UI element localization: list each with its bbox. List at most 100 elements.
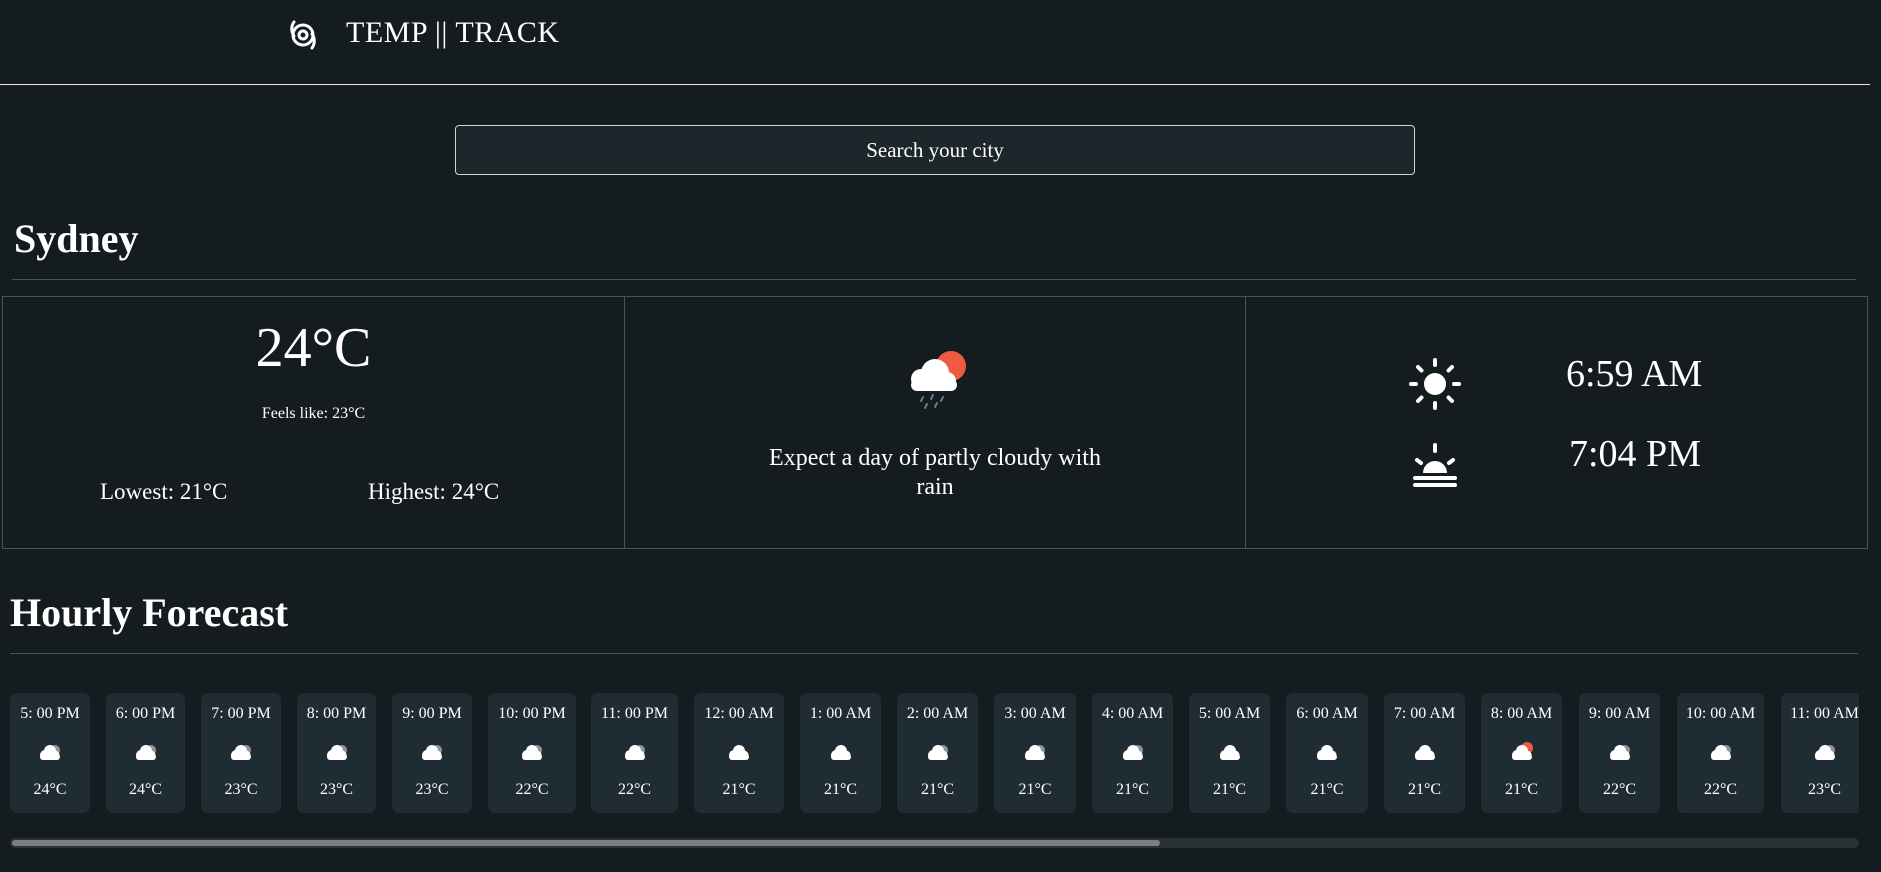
hour-time: 7: 00 PM bbox=[211, 705, 271, 722]
cloud-icon bbox=[729, 745, 749, 760]
hour-time: 4: 00 AM bbox=[1101, 705, 1164, 722]
sunset-icon bbox=[1413, 443, 1457, 487]
hour-time: 11: 00 AM bbox=[1790, 705, 1859, 722]
hour-time: 6: 00 PM bbox=[115, 705, 176, 722]
hour-time: 8: 00 PM bbox=[306, 705, 367, 722]
hour-temperature: 22°C bbox=[1602, 781, 1637, 798]
hour-time: 6: 00 AM bbox=[1296, 705, 1358, 722]
hourly-forecast-card[interactable]: 6: 00 PM 24°C bbox=[106, 693, 185, 813]
hourly-forecast-card[interactable]: 3: 00 AM 21°C bbox=[994, 693, 1076, 813]
cloud-night-icon bbox=[135, 745, 156, 760]
hour-temperature: 21°C bbox=[1018, 781, 1052, 798]
hour-temperature: 21°C bbox=[1115, 781, 1150, 798]
cloud-night-icon bbox=[1609, 745, 1630, 760]
partly-cloudy-rain-icon bbox=[911, 351, 966, 409]
hour-temperature: 21°C bbox=[823, 781, 858, 798]
cloud-icon bbox=[830, 745, 851, 760]
hour-time: 10: 00 AM bbox=[1685, 705, 1756, 722]
hourly-forecast-card[interactable]: 4: 00 AM 21°C bbox=[1092, 693, 1173, 813]
app-title[interactable]: TEMP || TRACK bbox=[346, 14, 560, 52]
hourly-forecast-card[interactable]: 7: 00 AM 21°C bbox=[1384, 693, 1465, 813]
hour-temperature: 23°C bbox=[224, 781, 258, 798]
hour-temperature: 21°C bbox=[1212, 781, 1247, 798]
highest-temperature: Highest: 24°C bbox=[368, 479, 500, 504]
cloud-night-icon bbox=[422, 745, 442, 760]
hour-temperature: 22°C bbox=[617, 781, 652, 798]
hourly-forecast-list[interactable]: 5: 00 PM 24°C 6: 00 PM 24°C 7: 00 PM 23°C 8: 0… bbox=[10, 693, 1859, 813]
city-name: Sydney bbox=[14, 216, 139, 261]
hourly-forecast-card[interactable]: 8: 00 AM 21°C bbox=[1481, 693, 1562, 813]
cyclone-icon[interactable] bbox=[288, 18, 318, 50]
cloud-night-icon bbox=[1025, 745, 1045, 760]
hour-time: 5: 00 PM bbox=[20, 705, 80, 722]
hourly-forecast-card[interactable]: 11: 00 AM 23°C bbox=[1781, 693, 1859, 813]
hourly-forecast-card[interactable]: 9: 00 PM 23°C bbox=[392, 693, 472, 813]
sun-times-panel: 6:59 AM 7:04 PM bbox=[1245, 296, 1868, 549]
hourly-forecast-card[interactable]: 5: 00 AM 21°C bbox=[1189, 693, 1270, 813]
feels-like: Feels like: 23°C bbox=[261, 405, 366, 422]
cloud-night-icon bbox=[1710, 745, 1731, 760]
hourly-forecast-card[interactable]: 11: 00 PM 22°C bbox=[591, 693, 678, 813]
hour-time: 12: 00 AM bbox=[704, 705, 774, 722]
hour-time: 8: 00 AM bbox=[1490, 705, 1553, 722]
hour-temperature: 24°C bbox=[128, 781, 163, 798]
hour-time: 7: 00 AM bbox=[1393, 705, 1456, 722]
cloud-night-icon bbox=[624, 745, 645, 760]
hourly-forecast-card[interactable]: 9: 00 AM 22°C bbox=[1579, 693, 1660, 813]
hour-temperature: 23°C bbox=[415, 781, 449, 798]
hourly-forecast-card[interactable]: 1: 00 AM 21°C bbox=[800, 693, 881, 813]
city-search-input[interactable] bbox=[455, 125, 1415, 175]
temperature-panel: 24°C Feels like: 23°C Lowest: 21°C Highe… bbox=[2, 296, 625, 549]
hourly-forecast-card[interactable]: 12: 00 AM 21°C bbox=[694, 693, 784, 813]
hour-temperature: 21°C bbox=[1310, 781, 1344, 798]
hour-time: 1: 00 AM bbox=[809, 705, 872, 722]
hourly-forecast-card[interactable]: 7: 00 PM 23°C bbox=[201, 693, 281, 813]
hour-temperature: 22°C bbox=[515, 781, 549, 798]
hour-temperature: 23°C bbox=[1807, 781, 1842, 798]
hour-time: 9: 00 AM bbox=[1588, 705, 1651, 722]
hour-time: 9: 00 PM bbox=[402, 705, 462, 722]
hour-temperature: 22°C bbox=[1703, 781, 1738, 798]
cloud-icon bbox=[1317, 745, 1337, 760]
scrollbar-thumb[interactable] bbox=[12, 840, 1160, 846]
cloud-sun-icon bbox=[1511, 742, 1533, 760]
hour-time: 3: 00 AM bbox=[1004, 705, 1066, 722]
sunrise-icon bbox=[1409, 358, 1461, 410]
hour-temperature: 21°C bbox=[920, 781, 955, 798]
cloud-night-icon bbox=[927, 745, 948, 760]
cloud-night-icon bbox=[40, 745, 60, 760]
horizontal-scrollbar[interactable] bbox=[10, 838, 1859, 848]
sunset-time: 7:04 PM bbox=[1569, 433, 1701, 475]
cloud-icon bbox=[1219, 745, 1240, 760]
hour-temperature: 21°C bbox=[1407, 781, 1442, 798]
cloud-night-icon bbox=[326, 745, 347, 760]
hour-temperature: 21°C bbox=[1504, 781, 1539, 798]
current-weather-panels: 24°C Feels like: 23°C Lowest: 21°C Highe… bbox=[2, 296, 1868, 549]
hour-time: 2: 00 AM bbox=[906, 705, 969, 722]
condition-description: Expect a day of partly cloudy with rain bbox=[769, 445, 1101, 500]
hourly-forecast-card[interactable]: 5: 00 PM 24°C bbox=[10, 693, 90, 813]
cloud-icon bbox=[1414, 745, 1435, 760]
current-temperature: 24°C bbox=[255, 317, 372, 379]
divider bbox=[10, 653, 1858, 654]
hourly-forecast-card[interactable]: 8: 00 PM 23°C bbox=[297, 693, 376, 813]
hour-temperature: 24°C bbox=[33, 781, 67, 798]
hourly-forecast-card[interactable]: 10: 00 AM 22°C bbox=[1677, 693, 1764, 813]
hour-temperature: 23°C bbox=[319, 781, 354, 798]
cloud-night-icon bbox=[522, 745, 542, 760]
hourly-forecast-card[interactable]: 6: 00 AM 21°C bbox=[1286, 693, 1368, 813]
divider bbox=[12, 279, 1856, 280]
hour-time: 10: 00 PM bbox=[498, 705, 566, 722]
hour-time: 5: 00 AM bbox=[1198, 705, 1261, 722]
hour-temperature: 21°C bbox=[722, 781, 756, 798]
cloud-night-icon bbox=[231, 745, 251, 760]
cloud-night-icon bbox=[1814, 745, 1835, 760]
hourly-forecast-card[interactable]: 10: 00 PM 22°C bbox=[488, 693, 576, 813]
hour-time: 11: 00 PM bbox=[601, 705, 668, 722]
app-header: TEMP || TRACK bbox=[0, 0, 1870, 85]
hourly-forecast-title: Hourly Forecast bbox=[10, 590, 289, 635]
hourly-forecast-card[interactable]: 2: 00 AM 21°C bbox=[897, 693, 978, 813]
condition-panel: Expect a day of partly cloudy with rain bbox=[624, 296, 1246, 549]
cloud-night-icon bbox=[1122, 745, 1143, 760]
sunrise-time: 6:59 AM bbox=[1566, 353, 1703, 395]
